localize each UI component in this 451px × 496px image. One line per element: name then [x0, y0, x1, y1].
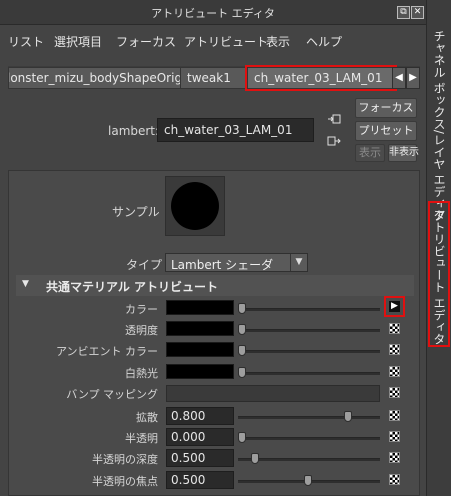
type-label: タイプ	[126, 258, 163, 272]
hide-button[interactable]: 非表示	[388, 144, 419, 162]
attribute-row: 透明度	[0, 321, 451, 341]
number-field[interactable]: 0.500	[166, 449, 234, 467]
attribute-label: 透明度	[125, 324, 158, 337]
tab-scroll-left-icon[interactable]: ◀	[392, 67, 406, 89]
number-field[interactable]: 0.000	[166, 428, 234, 446]
attribute-label: 拡散	[136, 411, 158, 424]
side-tab-channel-box[interactable]: チャネル ボックス/レイヤ エディタ	[431, 30, 448, 222]
tab-tweak1[interactable]: tweak1	[180, 67, 248, 89]
attribute-row: 白熱光	[0, 364, 451, 384]
menu-selection[interactable]: 選択項目	[54, 33, 102, 50]
map-checker-icon[interactable]	[389, 387, 400, 398]
side-tab-attribute-editor-label: アトリビュート エディタ	[432, 209, 446, 345]
number-field[interactable]: 0.500	[166, 471, 234, 489]
slider-thumb[interactable]	[304, 475, 312, 486]
bump-map-field[interactable]	[166, 385, 380, 402]
slider-track[interactable]	[238, 416, 380, 419]
attribute-row: 半透明の焦点 0.500	[0, 470, 451, 490]
color-swatch[interactable]	[166, 342, 234, 357]
attribute-label: カラー	[125, 303, 158, 316]
map-checker-icon[interactable]	[389, 410, 400, 421]
attribute-row: 半透明の深度 0.500	[0, 448, 451, 468]
attribute-label: バンプ マッピング	[66, 388, 158, 401]
show-button[interactable]: 表示	[355, 144, 385, 162]
tab-scroll-right-icon[interactable]: ▶	[406, 67, 420, 89]
map-checker-icon[interactable]	[389, 431, 400, 442]
color-swatch[interactable]	[166, 321, 234, 336]
output-connection-icon[interactable]	[327, 135, 341, 147]
menu-help[interactable]: ヘルプ	[306, 33, 342, 50]
attribute-label: 半透明	[125, 432, 158, 445]
float-window-icon[interactable]: ⧉	[397, 6, 410, 19]
material-swatch[interactable]	[165, 176, 225, 236]
menu-list[interactable]: リスト	[8, 33, 44, 50]
attribute-row: バンプ マッピング	[0, 385, 451, 405]
swatch-label: サンプル	[112, 205, 160, 219]
slider-thumb[interactable]	[251, 453, 259, 464]
close-window-icon[interactable]: ✕	[411, 6, 424, 19]
window-title: アトリビュート エディタ	[151, 7, 275, 20]
slider-track[interactable]	[238, 329, 380, 332]
attribute-row: 拡散 0.800	[0, 406, 451, 426]
attribute-label: 半透明の焦点	[92, 475, 158, 488]
input-connection-icon[interactable]	[327, 113, 341, 125]
map-checker-icon[interactable]	[389, 323, 400, 334]
section-header[interactable]: ▼ 共通マテリアル アトリビュート	[16, 275, 414, 296]
attribute-label: 半透明の深度	[92, 453, 158, 466]
attribute-label: 白熱光	[125, 367, 158, 380]
node-name-field[interactable]: ch_water_03_LAM_01	[157, 118, 314, 142]
slider-track[interactable]	[238, 372, 380, 375]
slider-thumb[interactable]	[238, 324, 246, 335]
slider-track[interactable]	[238, 458, 380, 461]
type-dropdown-value: Lambert シェーダ	[171, 258, 274, 272]
slider-track[interactable]	[238, 437, 380, 440]
menu-attributes[interactable]: アトリビュート	[184, 33, 268, 50]
color-map-button-highlight	[384, 296, 405, 317]
chevron-down-icon: ▼	[290, 254, 307, 271]
slider-track[interactable]	[238, 350, 380, 353]
color-swatch[interactable]	[166, 300, 234, 315]
number-field[interactable]: 0.800	[166, 407, 234, 425]
map-checker-icon[interactable]	[389, 452, 400, 463]
focus-button[interactable]: フォーカス	[355, 98, 417, 118]
attribute-row: カラー ▶	[0, 300, 451, 320]
section-title: 共通マテリアル アトリビュート	[46, 280, 219, 294]
map-checker-icon[interactable]	[389, 366, 400, 377]
tab-bodyshapeorig[interactable]: lonster_mizu_bodyShapeOrig	[8, 67, 182, 89]
type-dropdown[interactable]: Lambert シェーダ ▼	[165, 253, 308, 272]
attribute-row: アンビエント カラー	[0, 342, 451, 362]
color-swatch[interactable]	[166, 364, 234, 379]
attribute-label: アンビエント カラー	[55, 345, 158, 358]
map-checker-icon[interactable]	[389, 474, 400, 485]
slider-track[interactable]	[238, 308, 380, 311]
map-checker-icon[interactable]	[389, 344, 400, 355]
menu-focus[interactable]: フォーカス	[116, 33, 176, 50]
tab-ch-water-03-lam-01[interactable]: ch_water_03_LAM_01	[245, 65, 397, 91]
preset-button[interactable]: プリセット	[355, 121, 417, 141]
attribute-row: 半透明 0.000	[0, 427, 451, 447]
node-type-label: lambert:	[108, 124, 160, 138]
slider-thumb[interactable]	[238, 303, 246, 314]
side-tab-attribute-editor[interactable]: アトリビュート エディタ	[428, 201, 450, 347]
slider-thumb[interactable]	[344, 411, 352, 422]
collapse-triangle-icon[interactable]: ▼	[22, 279, 29, 289]
menu-display[interactable]: 表示	[266, 33, 290, 50]
slider-thumb[interactable]	[238, 345, 246, 356]
slider-thumb[interactable]	[238, 367, 246, 378]
slider-thumb[interactable]	[238, 432, 246, 443]
